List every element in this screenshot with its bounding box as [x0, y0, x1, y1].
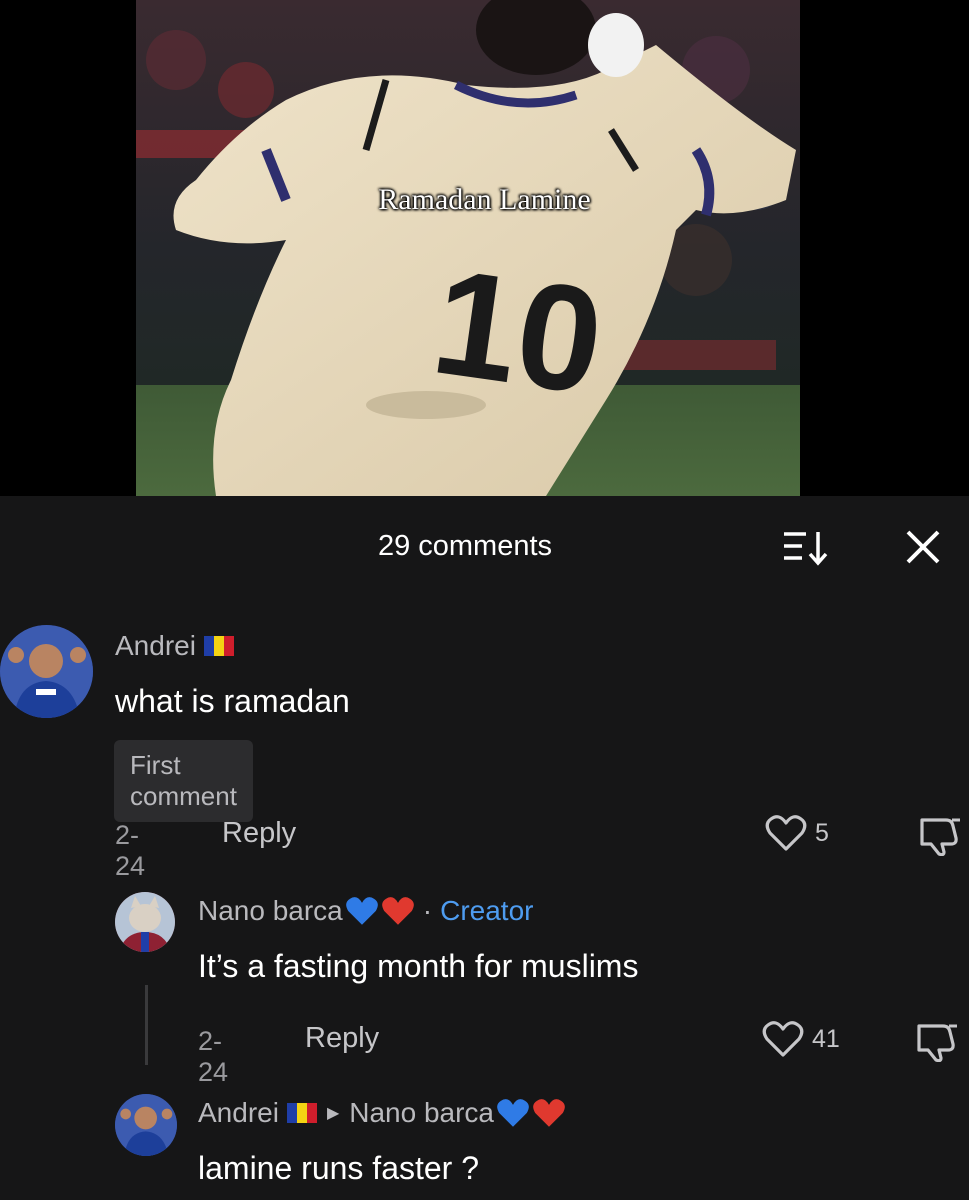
blue-heart-icon — [345, 897, 378, 925]
dislike-button[interactable] — [918, 814, 962, 861]
reply-arrow-icon: ▶ — [326, 1105, 340, 1122]
heart-outline-icon — [762, 1021, 804, 1057]
video-still: 10 — [136, 0, 800, 496]
comment-author-line: Andrei ▶ Nano barca — [198, 1097, 566, 1129]
reply-button[interactable]: Reply — [222, 817, 296, 850]
close-icon — [906, 530, 940, 564]
sort-button[interactable] — [780, 526, 834, 568]
comment-date: 2-24 — [115, 820, 146, 881]
thumbs-down-icon — [917, 1024, 957, 1063]
comment-date: 2-24 — [198, 1026, 229, 1087]
like-button[interactable]: 41 — [762, 1020, 840, 1058]
like-count: 5 — [815, 818, 829, 847]
red-heart-icon — [381, 897, 414, 925]
dislike-button[interactable] — [915, 1020, 959, 1067]
video-player[interactable]: 10 Ramadan Lamine — [0, 0, 969, 496]
comment-author[interactable]: Andrei — [115, 630, 196, 662]
comments-header: 29 comments — [0, 496, 969, 600]
separator-dot: · — [422, 895, 433, 926]
comment-text: lamine runs faster ? — [198, 1150, 480, 1186]
avatar-image — [115, 1094, 177, 1156]
blue-heart-icon — [497, 1099, 529, 1127]
avatar-image — [0, 625, 93, 718]
heart-outline-icon — [765, 815, 807, 851]
avatar-image — [115, 892, 175, 952]
romania-flag-icon — [286, 1103, 317, 1123]
thread-line — [145, 985, 148, 1065]
video-caption: Ramadan Lamine — [378, 183, 591, 216]
comment-text: what is ramadan — [115, 683, 350, 719]
like-button[interactable]: 5 — [765, 814, 829, 852]
avatar[interactable] — [115, 1094, 177, 1156]
sort-descending-icon — [784, 532, 828, 566]
reply-to-author[interactable]: Nano barca — [349, 1097, 494, 1129]
romania-flag-icon — [203, 636, 234, 656]
comment-text: It’s a fasting month for muslims — [198, 948, 639, 984]
comment-author-line: Andrei — [115, 630, 234, 662]
comment-author-line: Nano barca · Creator — [198, 895, 533, 927]
like-count: 41 — [812, 1024, 840, 1053]
comment-author[interactable]: Andrei — [198, 1097, 279, 1129]
avatar[interactable] — [0, 625, 93, 718]
thumbs-down-icon — [920, 818, 960, 857]
reply-button[interactable]: Reply — [305, 1022, 379, 1055]
red-heart-icon — [533, 1099, 565, 1127]
comment-author[interactable]: Nano barca — [198, 895, 343, 927]
close-button[interactable] — [900, 524, 946, 570]
creator-label: Creator — [440, 895, 534, 926]
first-comment-badge: First comment — [114, 740, 253, 822]
avatar[interactable] — [115, 892, 175, 952]
video-frame: 10 — [136, 0, 800, 496]
